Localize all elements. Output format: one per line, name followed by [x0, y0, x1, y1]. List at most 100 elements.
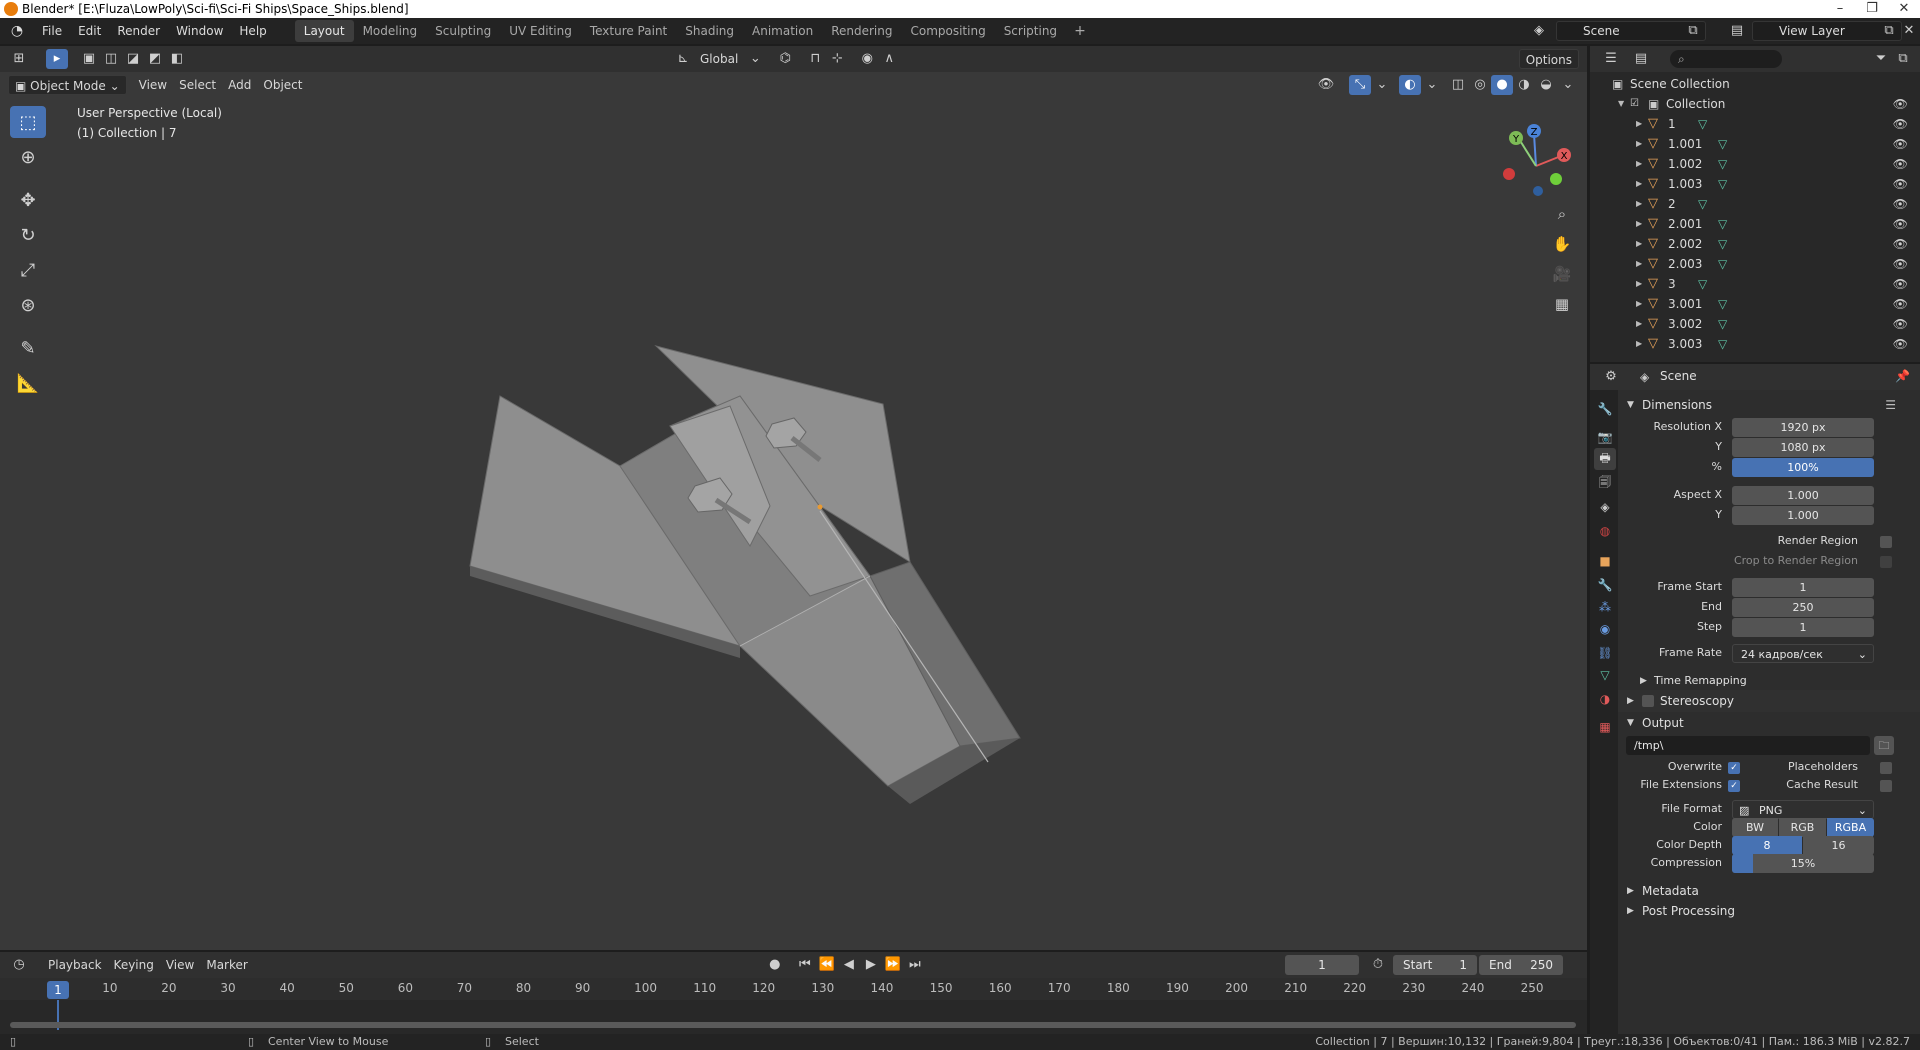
select-subtract-icon[interactable]: ◪: [122, 49, 144, 69]
play-icon[interactable]: ▶: [860, 955, 882, 975]
new-view-layer-icon[interactable]: ⧉: [1878, 21, 1900, 41]
metadata-panel-header[interactable]: ▶ Metadata: [1618, 880, 1920, 902]
menu-add[interactable]: Add: [222, 75, 257, 95]
post-processing-panel-header[interactable]: ▶ Post Processing: [1618, 900, 1920, 922]
time-remapping-subpanel[interactable]: ▶ Time Remapping: [1618, 670, 1920, 692]
object-tab-icon[interactable]: ■: [1594, 550, 1616, 572]
color-rgba-button[interactable]: RGBA: [1827, 818, 1874, 837]
resolution-percent-field[interactable]: 100%: [1732, 458, 1874, 477]
visibility-eye-icon[interactable]: 👁: [1893, 214, 1908, 234]
outliner-object-row[interactable]: ▶ ▽ 2.002 ▽ 👁: [1590, 234, 1920, 254]
pin-icon[interactable]: 📌: [1895, 369, 1910, 383]
end-frame-field[interactable]: End 250: [1479, 955, 1563, 975]
material-shading-icon[interactable]: ◑: [1513, 75, 1535, 95]
visibility-eye-icon[interactable]: 👁: [1893, 314, 1908, 334]
remove-view-layer-icon[interactable]: ✕: [1898, 21, 1920, 41]
outliner-object-row[interactable]: ▶ ▽ 3 ▽ 👁: [1590, 274, 1920, 294]
options-dropdown[interactable]: Options: [1518, 49, 1579, 69]
visibility-eye-icon[interactable]: 👁: [1893, 274, 1908, 294]
outliner-collection[interactable]: ▼ ☑ ▣ Collection 👁: [1590, 94, 1920, 114]
menu-marker[interactable]: Marker: [200, 955, 253, 975]
tab-animation[interactable]: Animation: [743, 20, 822, 42]
editor-type-icon[interactable]: ⊞: [8, 49, 30, 69]
visibility-eye-icon[interactable]: 👁: [1893, 94, 1908, 114]
menu-help[interactable]: Help: [231, 24, 274, 38]
outliner-object-row[interactable]: ▶ ▽ 2.003 ▽ 👁: [1590, 254, 1920, 274]
dimensions-panel-header[interactable]: ▼ Dimensions ☰: [1618, 394, 1920, 416]
placeholders-checkbox[interactable]: [1880, 762, 1892, 774]
material-tab-icon[interactable]: ◑: [1594, 688, 1616, 710]
close-icon[interactable]: ✕: [1888, 0, 1920, 18]
mesh-data-icon[interactable]: ▽: [1718, 254, 1727, 274]
current-frame-field[interactable]: 1: [1285, 955, 1359, 975]
expand-icon[interactable]: ▶: [1636, 234, 1642, 254]
start-frame-field[interactable]: Start 1: [1393, 955, 1477, 975]
move-tool-icon[interactable]: ✥: [10, 184, 46, 216]
visibility-eye-icon[interactable]: 👁: [1893, 194, 1908, 214]
measure-tool-icon[interactable]: 📐: [10, 367, 46, 399]
pivot-icon[interactable]: ⌬: [774, 49, 796, 69]
modifier-tab-icon[interactable]: 🔧: [1594, 574, 1616, 596]
blender-menu-icon[interactable]: ◔: [0, 23, 34, 39]
timeline-scrollbar[interactable]: [10, 1022, 1576, 1028]
menu-edit[interactable]: Edit: [70, 24, 109, 38]
record-icon[interactable]: ●: [764, 955, 786, 975]
solid-shading-icon[interactable]: ●: [1491, 75, 1513, 95]
outliner-scene-collection[interactable]: ▣ Scene Collection: [1590, 74, 1920, 94]
mesh-data-icon[interactable]: ▽: [1718, 294, 1727, 314]
mesh-data-icon[interactable]: ▽: [1718, 334, 1727, 354]
jump-start-icon[interactable]: ⏮: [794, 955, 816, 975]
mesh-data-icon[interactable]: ▽: [1698, 274, 1707, 294]
tab-uv-editing[interactable]: UV Editing: [500, 20, 581, 42]
world-tab-icon[interactable]: ◍: [1594, 520, 1616, 542]
display-mode-icon[interactable]: ▤: [1630, 49, 1652, 69]
transform-orientation-dropdown[interactable]: Global: [694, 49, 744, 69]
tab-shading[interactable]: Shading: [676, 20, 743, 42]
rotate-tool-icon[interactable]: ↻: [10, 219, 46, 251]
play-reverse-icon[interactable]: ◀: [838, 955, 860, 975]
visibility-eye-icon[interactable]: 👁: [1893, 154, 1908, 174]
mesh-data-icon[interactable]: ▽: [1698, 194, 1707, 214]
tool-tab-icon[interactable]: 🔧: [1594, 398, 1616, 420]
color-rgb-button[interactable]: RGB: [1779, 818, 1826, 837]
select-new-icon[interactable]: ▣: [78, 49, 100, 69]
falloff-icon[interactable]: ∧: [878, 49, 900, 69]
tab-compositing[interactable]: Compositing: [901, 20, 994, 42]
tab-sculpting[interactable]: Sculpting: [426, 20, 500, 42]
color-depth-16-button[interactable]: 16: [1803, 836, 1874, 855]
folder-icon[interactable]: 🗀: [1874, 736, 1894, 755]
mesh-data-icon[interactable]: ▽: [1718, 154, 1727, 174]
menu-timeline-view[interactable]: View: [160, 955, 200, 975]
xray-icon[interactable]: ◫: [1447, 75, 1469, 95]
scene-tab-icon[interactable]: ◈: [1594, 496, 1616, 518]
outliner-editor-type-icon[interactable]: ☰: [1600, 49, 1622, 69]
properties-editor-type-icon[interactable]: ⚙: [1600, 367, 1622, 387]
visibility-eye-icon[interactable]: 👁: [1893, 234, 1908, 254]
render-tab-icon[interactable]: 📷: [1594, 426, 1616, 448]
scale-tool-icon[interactable]: ⤢: [10, 254, 46, 286]
expand-icon[interactable]: ▶: [1636, 254, 1642, 274]
tab-layout[interactable]: Layout: [294, 20, 354, 42]
spaceship-model[interactable]: [440, 286, 1060, 826]
add-workspace-icon[interactable]: +: [1066, 23, 1094, 39]
output-tab-icon[interactable]: 🖶: [1594, 448, 1616, 470]
select-intersect-icon[interactable]: ◧: [166, 49, 188, 69]
expand-icon[interactable]: ▶: [1636, 274, 1642, 294]
mesh-data-icon[interactable]: ▽: [1718, 174, 1727, 194]
visibility-eye-icon[interactable]: 👁: [1893, 254, 1908, 274]
outliner-object-row[interactable]: ▶ ▽ 3.003 ▽ 👁: [1590, 334, 1920, 354]
scene-icon[interactable]: ◈: [1528, 21, 1550, 41]
timeline-ruler[interactable]: 1 10 20 30 40 50 60 70 80 90 100 110 120 130 140 150 16…: [0, 978, 1587, 1000]
expand-icon[interactable]: ▶: [1636, 294, 1642, 314]
mesh-data-icon[interactable]: ▽: [1698, 114, 1707, 134]
outliner-search-input[interactable]: ⌕: [1670, 50, 1782, 68]
file-extensions-checkbox[interactable]: ✓: [1728, 780, 1740, 792]
transform-tool-icon[interactable]: ⊛: [10, 289, 46, 321]
aspect-y-field[interactable]: 1.000: [1732, 506, 1874, 525]
select-invert-icon[interactable]: ◩: [144, 49, 166, 69]
frame-end-field[interactable]: 250: [1732, 598, 1874, 617]
timeline-editor-type-icon[interactable]: ◷: [8, 955, 30, 975]
maximize-icon[interactable]: ❐: [1856, 0, 1888, 18]
crop-region-checkbox[interactable]: [1880, 556, 1892, 568]
new-scene-icon[interactable]: ⧉: [1682, 21, 1704, 41]
